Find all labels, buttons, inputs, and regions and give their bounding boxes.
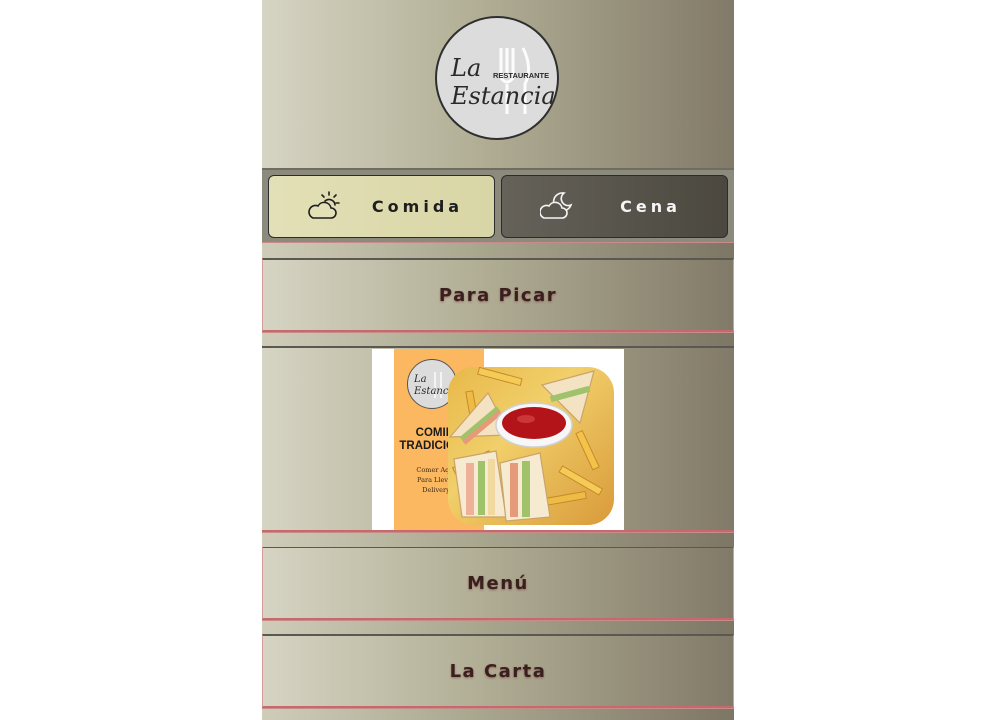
logo-graphic: La RESTAURANTE Estancia <box>450 47 556 114</box>
tab-comida[interactable]: Comida <box>268 175 495 238</box>
logo-text-estancia: Estancia <box>450 82 556 110</box>
app-screen: La RESTAURANTE Estancia Comida Cena Para… <box>262 0 734 720</box>
section-la-carta[interactable]: La Carta <box>262 634 734 708</box>
header: La RESTAURANTE Estancia <box>262 0 734 168</box>
meal-tabs: Comida Cena <box>262 168 734 242</box>
moon-behind-cloud-icon <box>540 192 573 219</box>
section-para-picar-label: Para Picar <box>438 284 558 306</box>
divider <box>262 708 734 720</box>
sandwich-fries-image <box>448 367 604 522</box>
promo-banner-section: La Estancia COMIDA TRADICIONAL Comer Aqu… <box>262 346 734 532</box>
tab-cena[interactable]: Cena <box>501 175 728 238</box>
divider <box>262 332 734 347</box>
tab-cena-label: Cena <box>620 197 681 216</box>
divider <box>262 242 734 259</box>
promo-banner[interactable]: La Estancia COMIDA TRADICIONAL Comer Aqu… <box>372 349 624 530</box>
restaurant-logo[interactable]: La RESTAURANTE Estancia <box>435 16 559 140</box>
section-menu-label: Menú <box>467 572 529 594</box>
section-para-picar[interactable]: Para Picar <box>262 258 734 332</box>
sun-behind-cloud-icon <box>308 191 340 219</box>
divider <box>262 620 734 635</box>
divider <box>262 532 734 547</box>
section-la-carta-label: La Carta <box>449 660 547 682</box>
tab-comida-label: Comida <box>371 197 464 216</box>
logo-text-la: La <box>450 54 481 82</box>
logo-text-restaurante: RESTAURANTE <box>493 71 549 80</box>
section-menu[interactable]: Menú <box>262 546 734 620</box>
banner-logo-la: La <box>413 374 427 385</box>
food-photo <box>448 367 614 525</box>
